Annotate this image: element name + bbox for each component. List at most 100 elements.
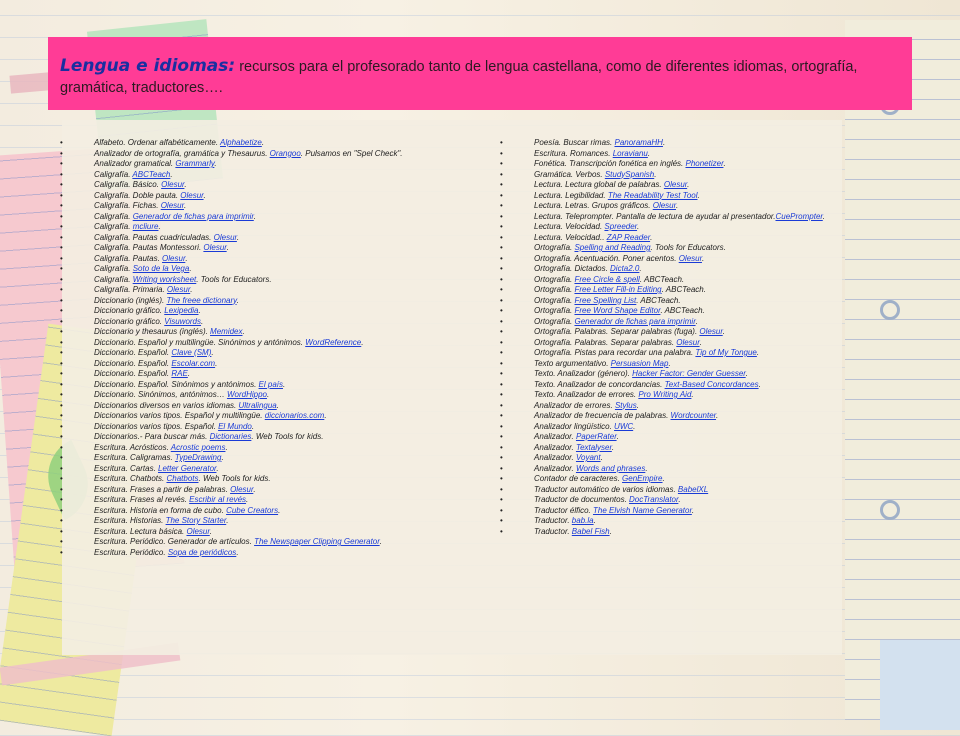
resource-link[interactable]: Generador de fichas para imprimir — [574, 317, 695, 326]
resource-link[interactable]: Memidex — [210, 327, 242, 336]
resource-link[interactable]: Escolar.com — [171, 359, 215, 368]
resource-link[interactable]: The Newspaper Clipping Generator — [254, 537, 380, 546]
list-item: Escritura. Frases a partir de palabras. … — [60, 485, 492, 496]
resource-link[interactable]: Letter Generator — [158, 464, 216, 473]
resource-link[interactable]: mcliure — [133, 222, 159, 231]
resource-link[interactable]: Hacker Factor: Gender Guesser — [632, 369, 746, 378]
resource-link[interactable]: bab.la — [572, 516, 594, 525]
list-item: Escritura. Romances. Loravianu. — [500, 149, 847, 160]
resource-link[interactable]: El Mundo — [218, 422, 252, 431]
item-description: Caligrafía. Pautas. — [94, 253, 163, 263]
item-description: Alfabeto. Ordenar alfabéticamente. — [94, 138, 220, 147]
item-suffix: . — [639, 264, 642, 273]
resource-link[interactable]: ABCTeach — [132, 170, 170, 179]
resource-link[interactable]: The Story Starter — [166, 516, 227, 525]
list-item: Lectura. Letras. Grupos gráficos. Olesur… — [500, 201, 847, 212]
resource-link[interactable]: Generador de fichas para imprimir — [133, 212, 254, 221]
list-item: Escritura. Acrósticos. Acrostic poems. — [60, 443, 492, 454]
resource-link[interactable]: Cube Creators — [226, 506, 278, 515]
resource-link[interactable]: PanoramaHH — [614, 138, 662, 147]
resource-link[interactable]: Visuwords — [164, 317, 201, 326]
resource-link[interactable]: Alphabetize — [220, 138, 262, 147]
resource-link[interactable]: Orangoo — [270, 149, 301, 158]
item-suffix: . — [242, 327, 245, 336]
resource-link[interactable]: Writing worksheet — [133, 275, 197, 284]
list-item: Contador de caracteres. GenEmpire. — [500, 474, 847, 485]
resource-link[interactable]: Ultralingua — [239, 401, 277, 410]
resource-link[interactable]: Olesur — [162, 254, 185, 263]
item-suffix: . — [226, 243, 229, 252]
resource-link[interactable]: Chatbots — [166, 474, 198, 483]
resource-link[interactable]: GenEmpire — [622, 474, 662, 483]
resource-link[interactable]: BabelXL — [678, 485, 708, 494]
resource-link[interactable]: Free Spelling List — [574, 296, 636, 305]
item-description: Poesía. Buscar rimas. — [534, 138, 615, 147]
resource-link[interactable]: Babel Fish — [572, 527, 610, 536]
resource-link[interactable]: RAE — [171, 369, 187, 378]
resource-link[interactable]: diccionarios.com — [265, 411, 325, 420]
item-description: Diccionarios varios tipos. Español. — [94, 421, 219, 431]
item-description: Ortografía. — [534, 243, 575, 252]
ring-hole-icon — [880, 300, 900, 320]
resource-link[interactable]: Wordcounter — [671, 411, 717, 420]
resource-link[interactable]: Words and phrases — [576, 464, 645, 473]
item-description: Diccionarios varios tipos. Español y mul… — [94, 411, 265, 420]
resource-link[interactable]: Spelling and Reading — [574, 243, 650, 252]
resource-link[interactable]: Olesur — [186, 527, 209, 536]
resource-link[interactable]: Olesur — [161, 180, 184, 189]
resource-link[interactable]: Persuasion Map — [611, 359, 669, 368]
resource-link[interactable]: WordHippo — [227, 390, 267, 399]
resource-link[interactable]: Olesur — [214, 233, 237, 242]
resource-link[interactable]: Olesur — [676, 338, 699, 347]
resource-link[interactable]: Phonetizer — [685, 159, 723, 168]
resource-link[interactable]: Olesur — [230, 485, 253, 494]
resource-link[interactable]: The Readability Test Tool — [608, 191, 698, 200]
resource-link[interactable]: El país — [259, 380, 283, 389]
resource-link[interactable]: The freee dictionary — [166, 296, 236, 305]
resource-link[interactable]: WordReference — [305, 338, 361, 347]
resource-link[interactable]: Dictionaries — [210, 432, 252, 441]
resource-link[interactable]: Olesur — [664, 180, 687, 189]
resource-link[interactable]: Free Letter Fill-in Editing — [574, 285, 661, 294]
item-description: Diccionario. Español. — [94, 358, 172, 368]
resource-link[interactable]: DocTranslator — [629, 495, 678, 504]
resource-link[interactable]: Olesur — [699, 327, 722, 336]
resource-link[interactable]: PaperRater — [576, 432, 617, 441]
resource-link[interactable]: CuePrompter — [775, 212, 822, 221]
resource-link[interactable]: Lexipedia — [164, 306, 198, 315]
resource-link[interactable]: Textalyser — [576, 443, 612, 452]
resource-link[interactable]: Stylus — [615, 401, 637, 410]
resource-link[interactable]: TypeDrawing — [175, 453, 222, 462]
resource-link[interactable]: Clave (SM) — [171, 348, 211, 357]
resource-link[interactable]: Sopa de periódicos — [168, 548, 237, 557]
resource-link[interactable]: The Elvish Name Generator — [593, 506, 692, 515]
item-suffix: . — [251, 421, 255, 431]
resource-link[interactable]: Olesur — [203, 243, 226, 252]
resource-link[interactable]: Loravianu — [613, 149, 648, 158]
resource-link[interactable]: Pro Writing Aid — [638, 390, 691, 399]
resource-link[interactable]: Free Word Shape Editor — [574, 306, 660, 315]
list-item: Traductor. Babel Fish. — [500, 527, 847, 538]
resource-link[interactable]: Soto de la Vega — [133, 264, 190, 273]
resource-link[interactable]: Olesur — [653, 201, 676, 210]
resource-link[interactable]: Free Circle & spell — [574, 275, 639, 284]
resource-link[interactable]: Olesur — [679, 254, 702, 263]
resource-link[interactable]: Text-Based Concordances — [665, 380, 759, 389]
resource-link[interactable]: Grammarly — [175, 159, 214, 168]
resource-link[interactable]: ZAP Reader — [607, 233, 650, 242]
resource-link[interactable]: StudySpanish — [605, 170, 654, 179]
item-suffix: . — [183, 201, 187, 210]
list-item: Diccionario. Español. Escolar.com. — [60, 358, 492, 370]
resource-link[interactable]: Olesur — [161, 201, 184, 210]
resource-link[interactable]: Voyant — [576, 453, 601, 462]
resource-link[interactable]: Dicta2.0 — [610, 264, 639, 273]
item-description: Analizador lingüístico. — [534, 421, 615, 431]
resource-link[interactable]: Acrostic poems — [171, 443, 226, 452]
resource-link[interactable]: Escribir al revés — [189, 495, 246, 504]
resource-link[interactable]: Tip of My Tongue — [695, 348, 756, 357]
list-item: Ortografía. Free Spelling List. ABCTeach… — [500, 296, 847, 307]
resource-link[interactable]: Spreeder — [604, 222, 637, 231]
resource-link[interactable]: Olesur — [167, 285, 190, 294]
resource-link[interactable]: Olesur — [180, 191, 203, 200]
resource-link[interactable]: UWC — [614, 422, 633, 431]
